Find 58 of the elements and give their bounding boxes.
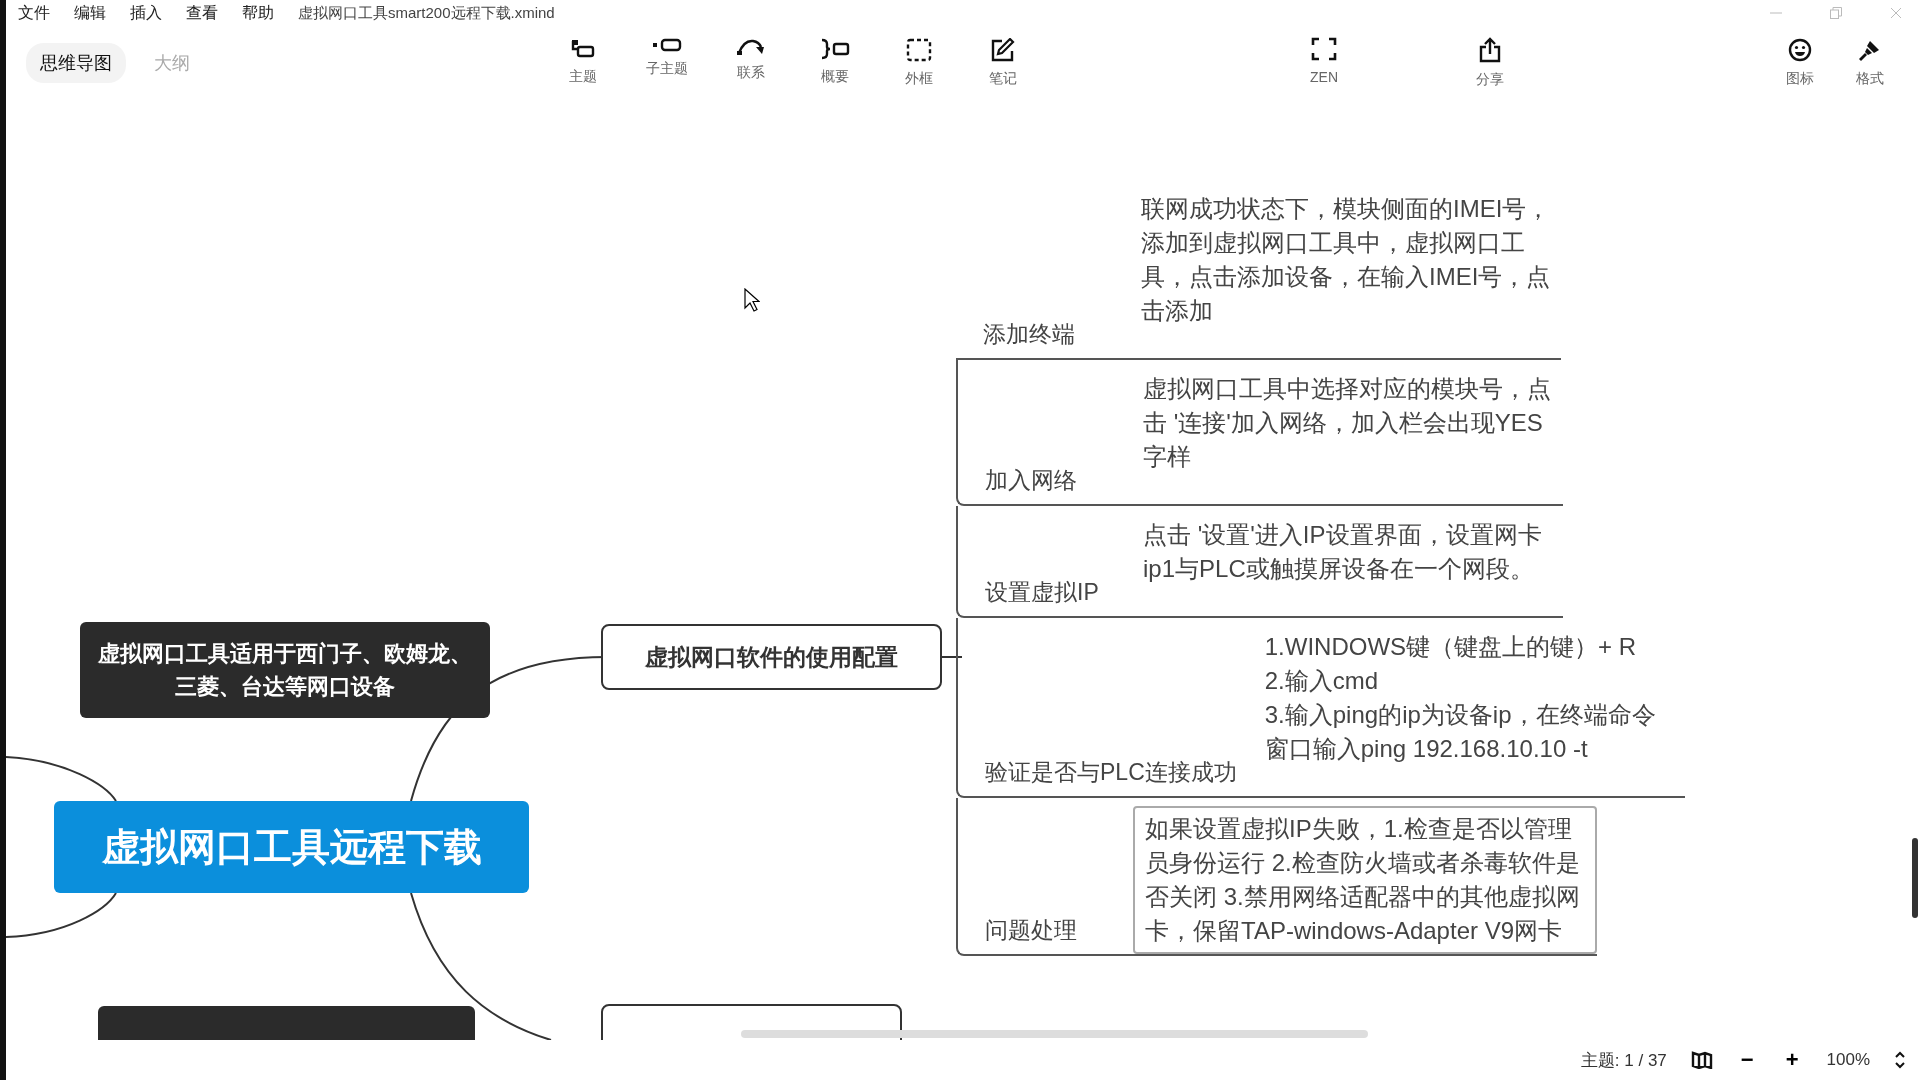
subtopic-label: 设置虚拟IP	[984, 578, 1100, 607]
vertical-scrollbar[interactable]	[1912, 838, 1918, 918]
stepper-icon[interactable]	[1894, 1050, 1906, 1070]
menu-item[interactable]: 文件	[18, 2, 50, 24]
share-icon	[1478, 37, 1502, 63]
toolbar-button[interactable]: 外框	[878, 38, 960, 88]
subtopic-row[interactable]: 验证是否与PLC连接成功 1.WINDOWS键（键盘上的键）+ R 2.输入cmd 3.输入ping的ip为设备ip，在终端命令窗口输入ping 192.168.10.10 -t	[956, 618, 1685, 798]
subtopic-label: 验证是否与PLC连接成功	[984, 758, 1237, 787]
document-title: 虚拟网口工具smart200远程下载.xmind	[298, 3, 555, 23]
subtopic-row[interactable]: 问题处理 如果设置虚拟IP失败，1.检查是否以管理员身份运行 2.检查防火墙或者杀毒软件是否关闭 3.禁用网络适配器中的其他虚拟网卡，保留TAP-windows-Adapter V9网卡	[956, 798, 1597, 956]
panel-toggle-button[interactable]: 格式	[1840, 38, 1900, 88]
toolbar-button[interactable]: ZEN	[1284, 37, 1364, 89]
topic-node[interactable]: 虚拟网口工具适用于西门子、欧姆龙、三菱、台达等网口设备	[80, 622, 490, 718]
toolbar-button[interactable]: 概要	[794, 38, 876, 88]
restore-icon	[1830, 7, 1842, 19]
topic-note: 点击 '设置'进入IP设置界面，设置网卡ip1与PLC或触摸屏设备在一个网段。	[1143, 520, 1543, 584]
panel-toggle-button[interactable]: 图标	[1770, 38, 1830, 88]
menu-item[interactable]: 查看	[186, 2, 218, 24]
toolbar-button[interactable]: 子主题	[626, 38, 708, 88]
book-icon[interactable]	[1690, 1051, 1713, 1069]
horizontal-scrollbar[interactable]	[741, 1030, 1368, 1038]
topic-note: 联网成功状态下，模块侧面的IMEI号，添加到虚拟网口工具中，虚拟网口工具，点击添加设备，在输入IMEI号，点击添加	[1141, 194, 1552, 326]
zoom-out-button[interactable]: −	[1736, 1047, 1758, 1073]
connector-line	[941, 656, 963, 658]
brace-icon	[820, 38, 850, 60]
topic-note: 如果设置虚拟IP失败，1.检查是否以管理员身份运行 2.检查防火墙或者杀毒软件是否关闭 3.禁用网络适配器中的其他虚拟网卡，保留TAP-windows-Adapter V9网卡	[1133, 806, 1597, 954]
smiley-icon	[1788, 38, 1812, 62]
topic-note: 1.WINDOWS键（键盘上的键）+ R 2.输入cmd 3.输入ping的ip为设备ip，在终端命令窗口输入ping 192.168.10.10 -t	[1264, 632, 1657, 764]
zoom-in-button[interactable]: +	[1781, 1047, 1803, 1073]
topic-node[interactable]: 虚拟网口软件的使用配置	[601, 624, 942, 690]
menu-item[interactable]: 帮助	[242, 2, 274, 24]
menu-item[interactable]: 插入	[130, 2, 162, 24]
curved-arrow-icon	[736, 38, 766, 56]
zoom-level: 100%	[1826, 1050, 1870, 1070]
toolbar-button[interactable]: 分享	[1450, 37, 1530, 89]
fullscreen-icon	[1311, 37, 1337, 61]
minimize-icon	[1770, 12, 1782, 14]
topic-note: 虚拟网口工具中选择对应的模块号，点击 '连接'加入网络，加入栏会出现YES字样	[1143, 374, 1552, 472]
paintbrush-icon	[1858, 38, 1882, 62]
toolbar-button[interactable]: 笔记	[962, 38, 1044, 88]
subtopic-label: 加入网络	[984, 466, 1078, 495]
topic-block-icon	[570, 38, 596, 60]
subtopic-row[interactable]: 添加终端 联网成功状态下，模块侧面的IMEI号，添加到虚拟网口工具中，虚拟网口工具，点击添加设备，在输入IMEI号，点击添加	[956, 180, 1561, 360]
subtopic-label: 添加终端	[982, 320, 1076, 349]
subtopic-row[interactable]: 加入网络 虚拟网口工具中选择对应的模块号，点击 '连接'加入网络，加入栏会出现YES字样	[956, 360, 1563, 506]
toolbar-button[interactable]: 主题	[542, 38, 624, 88]
pencil-square-icon	[990, 38, 1016, 62]
view-tab[interactable]: 思维导图	[26, 43, 126, 83]
subtopic-row[interactable]: 设置虚拟IP 点击 '设置'进入IP设置界面，设置网卡ip1与PLC或触摸屏设备在一个网段。	[956, 506, 1563, 618]
subtopic-block-icon	[652, 38, 682, 52]
cursor-icon	[744, 288, 760, 312]
toolbar-button[interactable]: 联系	[710, 38, 792, 88]
topic-count: 主题: 1 / 37	[1580, 1049, 1667, 1072]
dashed-square-icon	[906, 38, 932, 62]
menu-item[interactable]: 编辑	[74, 2, 106, 24]
subtopic-label: 问题处理	[984, 916, 1078, 945]
central-topic[interactable]: 虚拟网口工具远程下载	[54, 801, 529, 893]
close-icon	[1890, 7, 1902, 19]
